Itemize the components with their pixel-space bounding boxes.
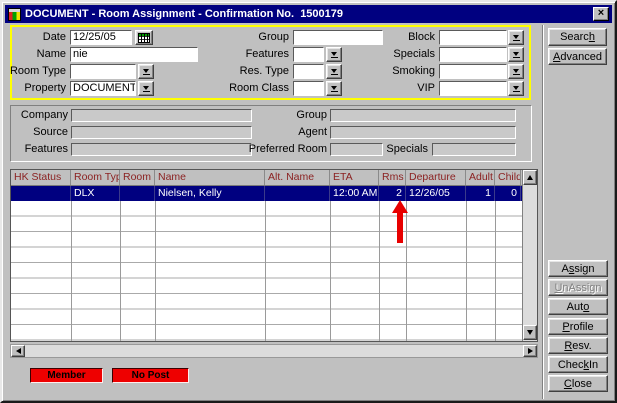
agent-field	[330, 126, 516, 139]
scroll-down-button[interactable]	[523, 325, 537, 340]
res-type-label: Res. Type	[202, 64, 289, 78]
room-class-field[interactable]	[293, 81, 324, 96]
company-field	[71, 109, 252, 122]
block-dropdown-button[interactable]	[508, 30, 524, 45]
block-label: Block	[368, 30, 435, 44]
up-arrow-icon	[527, 175, 533, 180]
smoking-field[interactable]	[439, 64, 507, 79]
profile-button[interactable]: Profile	[548, 318, 608, 335]
right-arrow-icon	[528, 348, 533, 354]
company-label: Company	[10, 109, 68, 122]
agent-label: Agent	[242, 126, 327, 139]
features-dropdown-button[interactable]	[326, 47, 342, 62]
dropdown-icon	[331, 52, 338, 58]
titlebar[interactable]: DOCUMENT - Room Assignment - Confirmatio…	[5, 5, 612, 23]
check-in-button[interactable]: Check In	[548, 356, 608, 373]
features-label: Features	[202, 47, 289, 61]
features-info-label: Features	[10, 143, 68, 156]
resv-button[interactable]: Resv.	[548, 337, 608, 354]
date-label: Date	[2, 30, 66, 44]
col-room[interactable]: Room	[120, 170, 155, 185]
vip-dropdown-button[interactable]	[508, 81, 524, 96]
col-departure[interactable]: Departure	[406, 170, 466, 185]
room-type-label: Room Type	[2, 64, 66, 78]
app-icon	[8, 8, 21, 21]
advanced-button[interactable]: Advanced	[548, 48, 607, 65]
unassign-button: UnAssign	[548, 279, 608, 296]
empty-rows-grid	[11, 201, 522, 341]
red-arrow-shaft	[397, 212, 403, 243]
window-title: DOCUMENT - Room Assignment - Confirmatio…	[25, 8, 593, 20]
assign-button[interactable]: Assign	[548, 260, 608, 277]
vertical-scrollbar[interactable]	[522, 170, 537, 341]
group-label: Group	[202, 30, 289, 44]
specials-dropdown-button[interactable]	[508, 47, 524, 62]
search-button[interactable]: Search	[548, 28, 607, 46]
scroll-right-button[interactable]	[523, 345, 537, 357]
table-row-selected[interactable]: DLX Nielsen, Kelly 12:00 AM 2 12/26/05 1…	[11, 186, 522, 201]
dropdown-icon	[513, 52, 520, 58]
col-room-type[interactable]: Room Type	[71, 170, 120, 185]
horizontal-scrollbar[interactable]	[10, 344, 538, 358]
col-child[interactable]: Child	[495, 170, 521, 185]
dropdown-icon	[513, 69, 520, 75]
left-arrow-icon	[16, 348, 21, 354]
vip-field[interactable]	[439, 81, 507, 96]
block-field[interactable]	[439, 30, 507, 45]
group-info-field	[330, 109, 516, 122]
preferred-room-label: Preferred Room	[222, 143, 327, 156]
smoking-label: Smoking	[368, 64, 435, 78]
dropdown-icon	[513, 86, 520, 92]
property-label: Property	[2, 81, 66, 95]
room-class-label: Room Class	[202, 81, 289, 95]
close-icon[interactable]: ×	[593, 7, 609, 21]
name-label: Name	[2, 47, 66, 61]
specials-field[interactable]	[439, 47, 507, 62]
scroll-up-button[interactable]	[523, 170, 537, 185]
vip-label: VIP	[368, 81, 435, 95]
source-label: Source	[10, 126, 68, 139]
close-button[interactable]: Close	[548, 375, 608, 392]
col-rms[interactable]: Rms	[379, 170, 406, 185]
col-adult[interactable]: Adult	[466, 170, 495, 185]
down-arrow-icon	[527, 330, 533, 335]
dropdown-icon	[143, 86, 150, 92]
source-field	[71, 126, 252, 139]
calendar-button[interactable]	[135, 30, 153, 45]
room-class-dropdown-button[interactable]	[326, 81, 342, 96]
group-info-label: Group	[242, 109, 327, 122]
auto-button[interactable]: Auto	[548, 298, 608, 315]
smoking-dropdown-button[interactable]	[508, 64, 524, 79]
features-field[interactable]	[293, 47, 324, 62]
col-name[interactable]: Name	[155, 170, 265, 185]
scroll-left-button[interactable]	[11, 345, 25, 357]
member-lamp: Member	[30, 368, 103, 383]
room-type-dropdown-button[interactable]	[138, 64, 154, 79]
results-table: HK Status Room Type Room Name Alt. Name …	[10, 169, 538, 342]
no-post-lamp: No Post	[112, 368, 189, 383]
specials-label: Specials	[368, 47, 435, 61]
property-dropdown-button[interactable]	[138, 81, 154, 96]
dropdown-icon	[143, 69, 150, 75]
table-header-row: HK Status Room Type Room Name Alt. Name …	[11, 170, 522, 186]
col-alt-name[interactable]: Alt. Name	[265, 170, 330, 185]
preferred-room-field	[330, 143, 383, 156]
dropdown-icon	[331, 69, 338, 75]
property-field[interactable]: DOCUMENT	[70, 81, 136, 96]
room-assignment-window: DOCUMENT - Room Assignment - Confirmatio…	[0, 0, 617, 403]
col-eta[interactable]: ETA	[330, 170, 379, 185]
res-type-field[interactable]	[293, 64, 324, 79]
specials-info-label: Specials	[386, 143, 428, 156]
date-field[interactable]: 12/25/05	[70, 30, 132, 45]
dropdown-icon	[331, 86, 338, 92]
panel-divider	[542, 25, 544, 399]
calendar-icon	[138, 33, 150, 43]
name-field[interactable]: nie	[70, 47, 198, 62]
room-type-field[interactable]	[70, 64, 136, 79]
res-type-dropdown-button[interactable]	[326, 64, 342, 79]
col-hk-status[interactable]: HK Status	[11, 170, 71, 185]
dropdown-icon	[513, 35, 520, 41]
specials-info-field	[432, 143, 516, 156]
